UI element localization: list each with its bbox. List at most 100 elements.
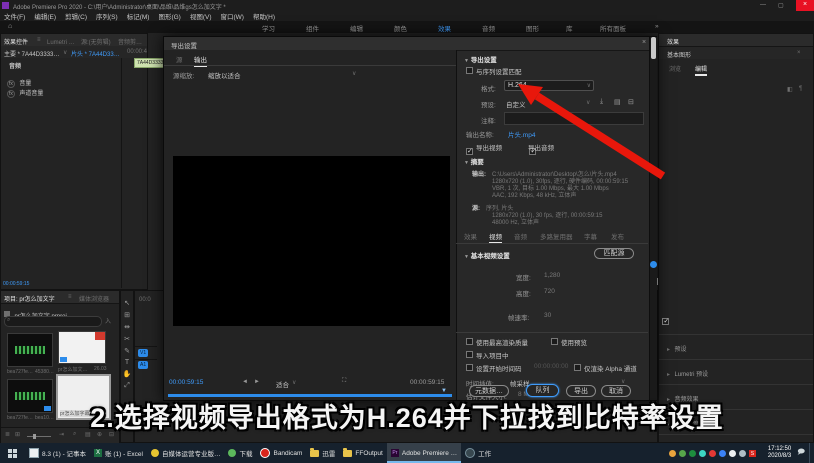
workspace-tab-graphics[interactable]: 图形	[526, 23, 539, 33]
hand-tool-icon[interactable]: ✋	[123, 370, 132, 378]
tab-source[interactable]: 源	[176, 54, 183, 64]
project-search-box[interactable]: ⌕	[4, 316, 102, 327]
taskbar-item-thunder[interactable]: 迅雷	[306, 443, 339, 463]
menu-item-edit[interactable]: 编辑(E)	[34, 11, 56, 21]
tray-volume-icon[interactable]	[738, 449, 746, 457]
menu-item-markers[interactable]: 标记(M)	[127, 11, 150, 21]
output-name-link[interactable]: 片头.mp4	[508, 129, 535, 139]
menu-item-help[interactable]: 帮助(H)	[253, 11, 275, 21]
workspace-tab-color[interactable]: 颜色	[394, 23, 407, 33]
menu-item-view[interactable]: 视图(V)	[190, 11, 212, 21]
menu-item-window[interactable]: 窗口(W)	[221, 11, 244, 21]
use-preview-checkbox[interactable]	[551, 338, 558, 345]
comment-input[interactable]	[504, 112, 644, 125]
track-select-tool-icon[interactable]: ⊞	[124, 311, 130, 319]
settings-tab-effects[interactable]: 效果	[464, 231, 477, 241]
preview-current-timecode[interactable]: 00:00:59:15	[169, 379, 203, 386]
settings-tab-multiplexer[interactable]: 多路复用器	[540, 231, 573, 241]
chevron-down-icon[interactable]: ∨	[586, 99, 590, 106]
tri-down-icon[interactable]: ▼	[464, 160, 469, 166]
tab-effects[interactable]: 效果	[667, 37, 679, 46]
save-preset-icon[interactable]: ⤓	[600, 98, 603, 106]
master-clip-label[interactable]: 主要 * 7A44D3333GVR6L…	[4, 49, 62, 58]
effect-row-channel-volume[interactable]: fx 声道音量	[7, 82, 43, 100]
clip-thumbnail-image-1[interactable]	[58, 331, 106, 364]
project-search-input[interactable]	[15, 317, 99, 326]
panel-option-icon[interactable]: ◧	[787, 86, 793, 93]
start-timecode-value[interactable]: 00:00:00:00	[534, 363, 568, 370]
panel-option2-icon[interactable]: ¶	[799, 86, 802, 92]
tray-icon-5[interactable]	[708, 449, 716, 457]
alpha-only-checkbox[interactable]	[574, 364, 581, 371]
delete-preset-icon[interactable]: ⊟	[628, 98, 634, 106]
panel-close-icon[interactable]: ×	[797, 50, 801, 56]
timeline-timecode[interactable]: 00:0	[139, 297, 151, 303]
dialog-titlebar[interactable]: 导出设置 ×	[164, 37, 656, 51]
framerate-value[interactable]: 30	[544, 312, 551, 319]
taskbar-item-work[interactable]: 工作	[461, 443, 495, 463]
close-button[interactable]: ×	[796, 0, 814, 11]
effects-bin-lumetri[interactable]: ▸ Lumetri 预设	[659, 359, 813, 384]
crop-icon[interactable]: ⛶	[342, 378, 346, 385]
tray-icon-3[interactable]	[688, 449, 696, 457]
dialog-close-icon[interactable]: ×	[642, 39, 646, 46]
chevron-down-icon[interactable]: ∨	[352, 70, 356, 77]
tray-mic-icon[interactable]	[718, 449, 726, 457]
width-value[interactable]: 1,280	[544, 272, 560, 279]
preview-zoom-select[interactable]: 适合	[276, 379, 289, 389]
playhead-icon[interactable]: ▼	[441, 388, 447, 394]
effect-controls-timecode[interactable]: 00:00:59:15	[3, 281, 29, 287]
track-badge-v1[interactable]: V1	[138, 349, 149, 357]
track-badge-a1[interactable]: A1	[138, 361, 149, 369]
tri-down-icon[interactable]: ▼	[464, 58, 469, 64]
source-scaling-select[interactable]: 缩放以适合	[208, 70, 241, 80]
panel-menu-icon[interactable]: ≡	[37, 37, 41, 43]
taskbar-item-bandicam[interactable]: Bandicam	[256, 443, 306, 463]
tab-essential-graphics[interactable]: 基本图形	[667, 50, 691, 59]
taskbar-item-notepad[interactable]: 8.3 (1) - 记事本	[25, 443, 90, 463]
zoom-tool-icon[interactable]: ⤢	[124, 382, 130, 390]
tray-icon-4[interactable]	[698, 449, 706, 457]
taskbar-clock[interactable]: 17:12:50 2020/8/3	[762, 446, 797, 460]
workspace-tab-learning[interactable]: 学习	[262, 23, 275, 33]
settings-tab-captions[interactable]: 字幕	[584, 231, 597, 241]
panel-menu-icon[interactable]: ≡	[68, 294, 72, 300]
framerate-checkbox[interactable]	[662, 318, 670, 326]
clip-label[interactable]: bea727fe4…	[7, 369, 33, 375]
audio-section-label[interactable]: 音频	[9, 61, 21, 70]
settings-tab-audio[interactable]: 音频	[514, 231, 527, 241]
taskbar-item-excel[interactable]: X 账 (1) - Excel	[90, 443, 147, 463]
menu-item-file[interactable]: 文件(F)	[4, 11, 25, 21]
mark-in-icon[interactable]: ◄	[242, 379, 248, 385]
video-preview[interactable]	[173, 156, 450, 326]
workspace-tab-all-panels[interactable]: 所有面板	[600, 23, 626, 33]
type-tool-icon[interactable]: T	[125, 359, 129, 366]
thumbnail-zoom-slider[interactable]	[27, 436, 51, 437]
import-project-checkbox[interactable]	[466, 351, 473, 358]
ripple-edit-tool-icon[interactable]: ⇹	[124, 323, 130, 331]
menu-item-graphics[interactable]: 图形(G)	[158, 11, 180, 21]
menu-item-sequence[interactable]: 序列(S)	[96, 11, 118, 21]
tray-chat-icon[interactable]	[728, 449, 736, 457]
tab-source-monitor[interactable]: 源:(无剪辑)	[81, 37, 115, 46]
tab-audio-clip-mixer[interactable]: 音频剪辑混合器	[118, 37, 146, 46]
workspace-tab-editing[interactable]: 编辑	[350, 23, 363, 33]
dialog-scrollbar[interactable]	[649, 37, 657, 400]
sequence-clip-label[interactable]: 片头 * 7A44D3333A…	[71, 49, 123, 58]
start-timecode-checkbox[interactable]	[466, 364, 473, 371]
show-desktop-button[interactable]	[809, 443, 814, 463]
scrollbar-thumb[interactable]	[651, 37, 656, 59]
taskbar-item-ffoutput[interactable]: FFOutput	[339, 443, 386, 463]
workspace-tab-audio[interactable]: 音频	[482, 23, 495, 33]
preset-select[interactable]: 自定义	[506, 99, 526, 109]
height-value[interactable]: 720	[544, 288, 555, 295]
view-tab-browse[interactable]: 浏览	[669, 64, 681, 73]
match-sequence-checkbox[interactable]	[466, 67, 473, 74]
clip-thumbnail-audio-1[interactable]	[7, 333, 53, 367]
render-quality-checkbox[interactable]	[466, 338, 473, 345]
match-source-button[interactable]: 匹配源	[594, 248, 634, 259]
workspace-overflow-icon[interactable]: »	[655, 23, 659, 30]
home-icon[interactable]: ⌂	[8, 23, 12, 30]
chevron-down-icon[interactable]: ∨	[621, 378, 625, 385]
chevron-down-icon[interactable]: ∨	[63, 49, 67, 56]
